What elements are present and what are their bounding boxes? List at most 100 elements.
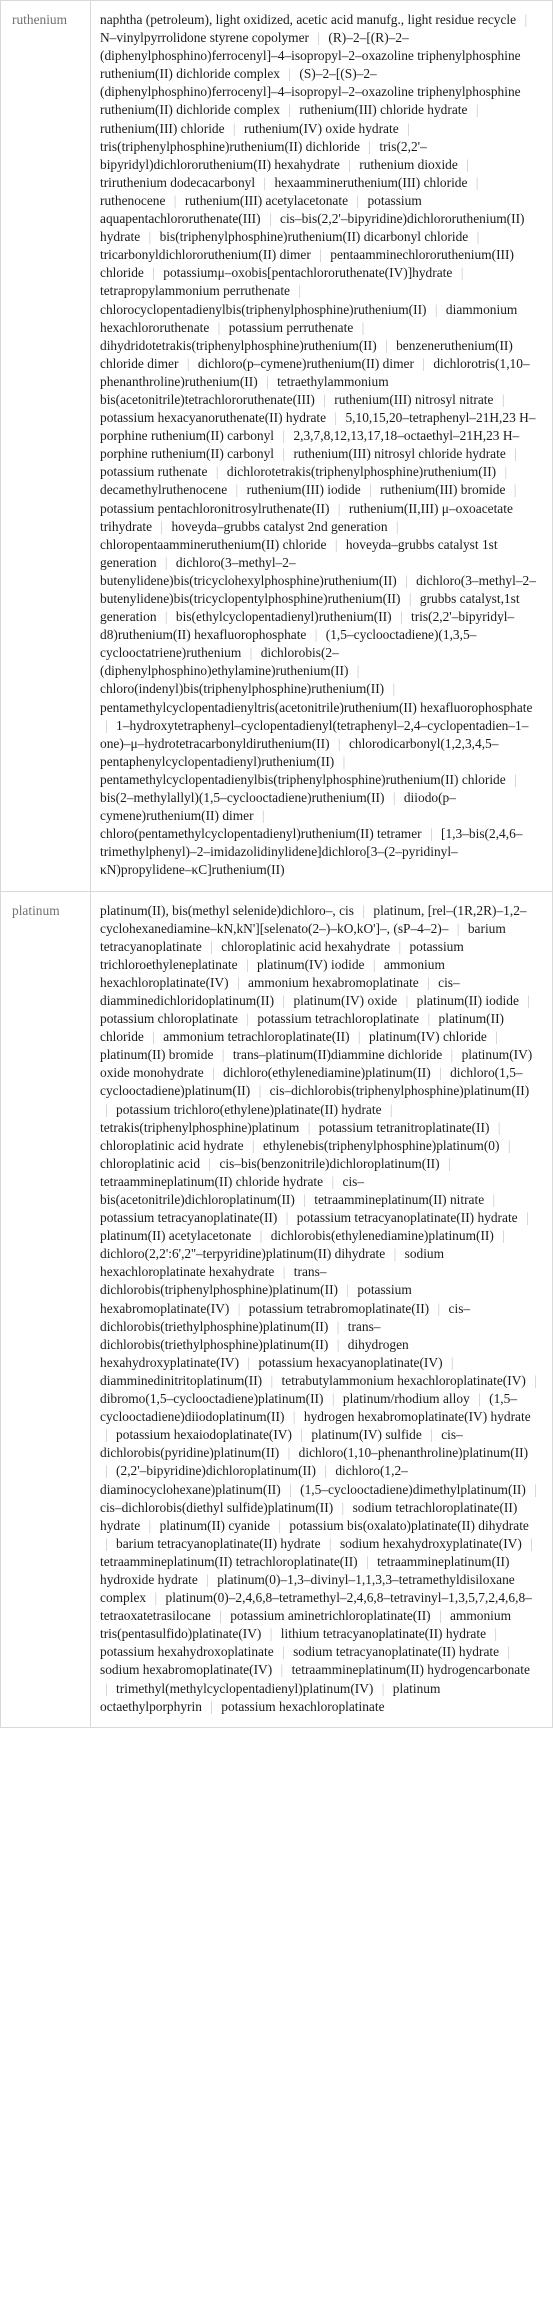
compound-name: potassium hexachloroplatinate [221, 1698, 385, 1714]
compound-name: pentamethylcyclopentadienyltris(acetonit… [100, 699, 533, 715]
compound-name: ruthenium(III) chloride hydrate [299, 102, 468, 118]
separator: | [288, 66, 292, 82]
compound-list: platinum(II), bis(methyl selenide)dichlo… [90, 890, 553, 1728]
compound-name: chlorocyclopentadienylbis(triphenylphosp… [100, 301, 427, 317]
compound-name: ruthenium(III) chloride [100, 120, 225, 136]
compound-name: potassium chloroplatinate [100, 1011, 238, 1027]
table-body: ruthenium naphtha (petroleum), light oxi… [0, 0, 553, 1728]
separator: | [249, 645, 253, 661]
separator: | [447, 1155, 451, 1171]
compound-name: potassium tetrabromoplatinate(II) [248, 1300, 430, 1316]
compound-name: potassiumμ–oxobis[pentachlororuthenate(I… [163, 265, 453, 281]
separator: | [298, 283, 302, 299]
separator: | [504, 464, 508, 480]
separator: | [173, 192, 177, 208]
separator: | [266, 373, 269, 389]
compound-name: ruthenium(IV) oxide hydrate [243, 120, 399, 136]
separator: | [148, 229, 152, 245]
separator: | [392, 681, 396, 697]
separator: | [237, 1300, 241, 1316]
compound-name: pentamethylcyclopentadienylbis(triphenyl… [100, 771, 506, 787]
separator: | [105, 1535, 108, 1551]
separator: | [456, 920, 460, 936]
separator: | [357, 1029, 361, 1045]
compound-name: barium tetracyanoplatinate(II) hydrate [116, 1535, 321, 1551]
separator: | [408, 591, 412, 606]
compound-name: ethylenebis(triphenylphosphine)platinum(… [262, 1137, 500, 1153]
separator: | [495, 1029, 498, 1045]
separator: | [450, 1354, 454, 1370]
separator: | [534, 1372, 537, 1388]
compound-name: tetrabutylammonium hexachloroplatinate(I… [281, 1372, 526, 1388]
compound-name: hydrogen hexabromoplatinate(IV) hydrate [303, 1409, 531, 1425]
separator: | [269, 1626, 273, 1642]
separator: | [261, 808, 265, 824]
compound-name: potassium tetrachloroplatinate [257, 1011, 420, 1027]
compound-name: sodium hexahydroxyplatinate(IV) [339, 1535, 522, 1551]
compound-name: potassium ruthenate [100, 464, 208, 480]
separator: | [361, 319, 365, 335]
separator: | [206, 1571, 209, 1587]
compound-name: trimethyl(methylcyclopentadienyl)platinu… [116, 1680, 374, 1696]
separator: | [362, 902, 366, 918]
separator: | [427, 1011, 431, 1027]
separator: | [282, 1264, 286, 1280]
separator: | [285, 1210, 289, 1226]
compound-name: potassium pentachloronitrosylruthenate(I… [100, 500, 330, 516]
separator: | [282, 992, 286, 1008]
separator: | [105, 1680, 108, 1696]
separator: | [497, 1119, 501, 1135]
separator: | [507, 1644, 511, 1660]
row-label: platinum [0, 890, 91, 1728]
separator: | [524, 12, 528, 27]
compound-name: potassium aminetrichloroplatinate(II) [230, 1608, 431, 1624]
separator: | [105, 1427, 108, 1443]
compound-name: (1,5–cyclooctadiene)dimethylplatinum(II) [300, 1481, 526, 1497]
separator: | [336, 1318, 340, 1334]
compound-name: hoveyda–grubbs catalyst 2nd generation [171, 518, 388, 534]
compound-name: platinum/rhodium alloy [342, 1391, 470, 1407]
compound-name: dihydridotetrakis(triphenylphosphine)rut… [100, 337, 377, 353]
compound-name: N–vinylpyrrolidone styrene copolymer [100, 30, 309, 46]
separator: | [164, 554, 168, 570]
compound-name: platinum(II) cyanide [159, 1517, 270, 1533]
separator: | [405, 992, 409, 1008]
separator: | [300, 1427, 303, 1443]
separator: | [385, 337, 388, 353]
separator: | [372, 956, 376, 972]
compound-name: ruthenium(III) bromide [380, 482, 506, 498]
compound-name: ruthenium(III) acetylacetonate [184, 192, 349, 208]
separator: | [160, 518, 164, 534]
separator: | [366, 1553, 369, 1569]
separator: | [514, 446, 517, 462]
compound-name: sodium tetracyanoplatinate(II) hydrate [293, 1644, 500, 1660]
compound-name: platinum(II) acetylacetonate [100, 1228, 252, 1244]
separator: | [514, 771, 517, 787]
compound-name: bis(triphenylphosphine)ruthenium(II) dic… [159, 229, 469, 245]
separator: | [319, 247, 322, 263]
separator: | [407, 120, 410, 136]
separator: | [210, 938, 213, 954]
separator: | [430, 1427, 433, 1443]
separator: | [263, 174, 267, 190]
compound-name: ammonium hexabromoplatinate [248, 974, 419, 990]
compound-name: sodium hexabromoplatinate(IV) [100, 1662, 273, 1678]
separator: | [314, 627, 318, 643]
separator: | [346, 1282, 350, 1298]
separator: | [434, 301, 438, 317]
compound-name: platinum(II), bis(methyl selenide)dichlo… [100, 902, 354, 918]
compound-name: tetraammineplatinum(II) chloride hydrate [100, 1173, 324, 1189]
separator: | [288, 102, 292, 118]
compound-name: platinum(II) bromide [100, 1047, 214, 1063]
separator: | [246, 1011, 250, 1027]
separator: | [395, 518, 399, 534]
compound-name: dibromo(1,5–cyclooctadiene)platinum(II) [100, 1391, 324, 1407]
separator: | [392, 790, 396, 806]
separator: | [215, 464, 219, 480]
compound-name: potassium tetracyanoplatinate(II) hydrat… [296, 1210, 518, 1226]
separator: | [336, 1336, 340, 1352]
compound-name: bis(ethylcyclopentadienyl)ruthenium(II) [175, 609, 392, 625]
separator: | [466, 156, 469, 172]
separator: | [513, 482, 517, 498]
separator: | [342, 753, 346, 769]
